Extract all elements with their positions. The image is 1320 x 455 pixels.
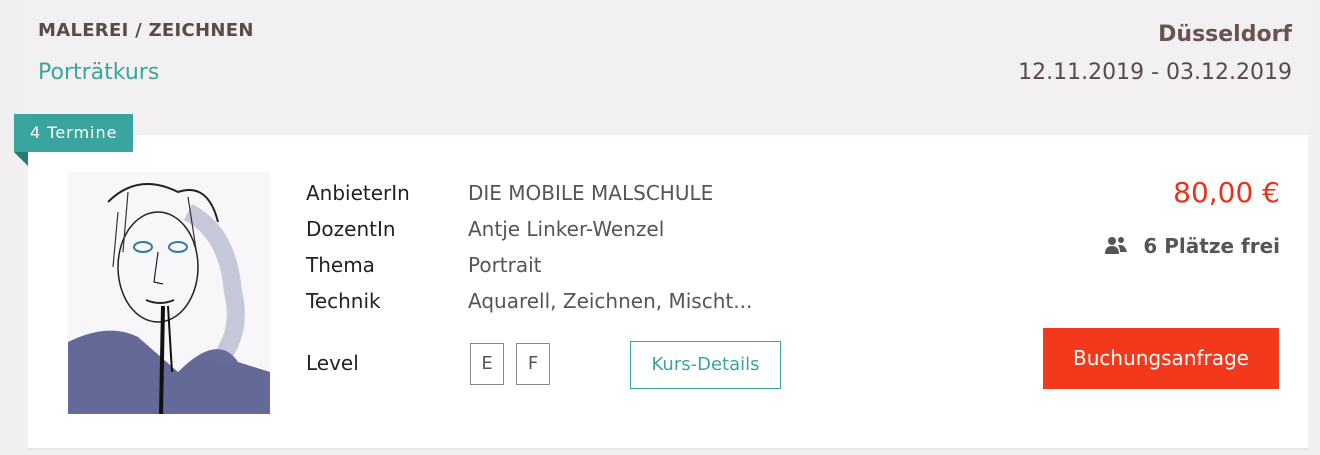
value-anbieterin: DIE MOBILE MALSCHULE [468, 181, 714, 205]
course-portrait-image [68, 172, 270, 414]
course-price: 80,00 € [1173, 176, 1280, 209]
value-thema: Portrait [468, 253, 542, 277]
label-technik: Technik [306, 289, 381, 313]
label-dozentin: DozentIn [306, 217, 396, 241]
course-city: Düsseldorf [1158, 22, 1292, 47]
course-details-button[interactable]: Kurs-Details [630, 341, 781, 389]
available-places-text: 6 Plätze frei [1143, 234, 1280, 258]
termine-badge-fold [14, 152, 28, 166]
level-badge-f: F [516, 343, 550, 385]
label-anbieterin: AnbieterIn [306, 181, 410, 205]
course-title[interactable]: Porträtkurs [38, 60, 159, 85]
course-category: MALEREI / ZEICHNEN [38, 20, 254, 41]
course-date-range: 12.11.2019 - 03.12.2019 [1018, 60, 1292, 85]
booking-request-button[interactable]: Buchungsanfrage [1043, 328, 1279, 389]
users-icon [1105, 237, 1128, 254]
label-thema: Thema [306, 253, 375, 277]
course-info-values: DIE MOBILE MALSCHULE Antje Linker-Wenzel… [468, 178, 752, 322]
level-badge-e: E [470, 343, 504, 385]
value-dozentin: Antje Linker-Wenzel [468, 217, 665, 241]
termine-badge: 4 Termine [14, 114, 134, 152]
course-info-labels: AnbieterIn DozentIn Thema Technik [306, 178, 410, 322]
value-technik: Aquarell, Zeichnen, Mischt... [468, 289, 753, 313]
label-level: Level [306, 351, 359, 375]
available-places: 6 Plätze frei [1105, 234, 1280, 258]
